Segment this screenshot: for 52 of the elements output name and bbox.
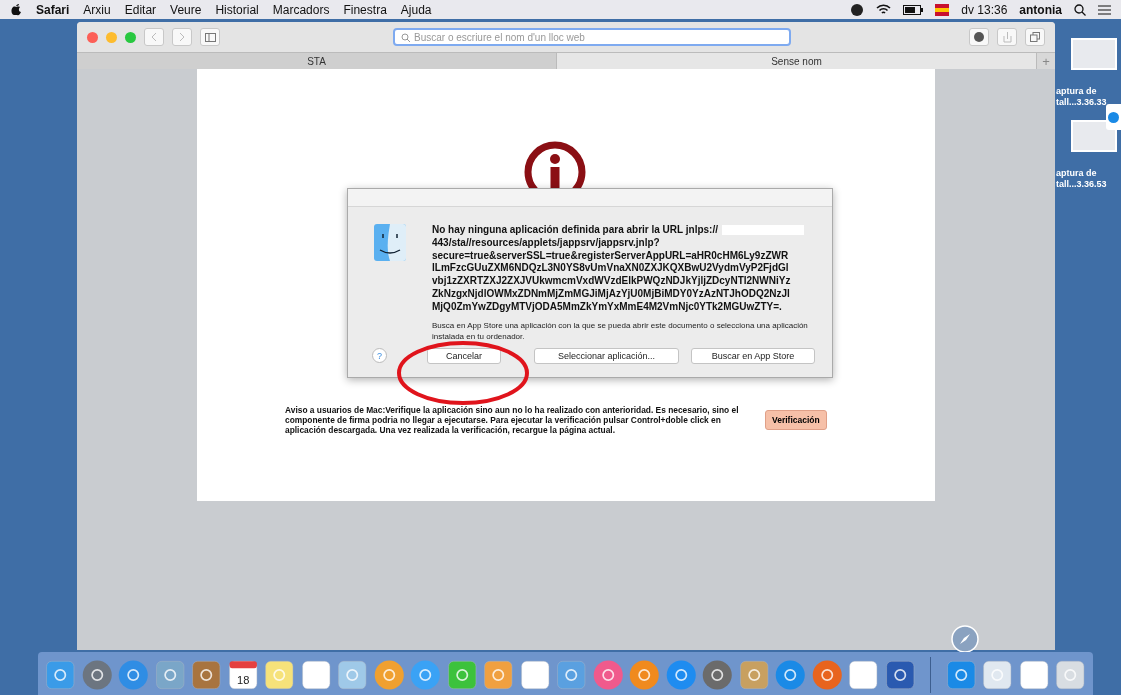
tabs-icon bbox=[1030, 32, 1040, 42]
menu-item[interactable]: Veure bbox=[170, 2, 202, 17]
forward-button[interactable] bbox=[172, 28, 192, 46]
dialog-button[interactable]: Seleccionar aplicación... bbox=[534, 347, 679, 364]
menu-item[interactable]: Arxiu bbox=[83, 2, 111, 17]
dialog-button[interactable]: Cancelar bbox=[427, 347, 501, 364]
menu-item[interactable]: Finestra bbox=[343, 2, 387, 17]
tabs-button[interactable] bbox=[1025, 28, 1045, 46]
close-button[interactable] bbox=[87, 31, 98, 43]
app-menu[interactable]: Safari bbox=[36, 2, 70, 17]
message-line: ZkNzgxNjdlOWMxZDNmMjZmMGJiMjAzYjU0MjBiMDY0YzAzNTJhODQ2NzJl bbox=[432, 288, 791, 301]
message-line: No hay ninguna aplicación definida para abrir la URL jnlps:// bbox=[432, 224, 718, 237]
menu-item[interactable]: Marcadors bbox=[272, 2, 330, 17]
message-line: MjQ0ZmYwZDgyMTVjODA5MmZkYmYxMmE4M2VmNjc0YTk2MGUwZTY=. bbox=[432, 300, 783, 314]
hint-text: Busca en App Store una aplicación con la que se pueda abrir este documento o selecciona una aplicación instalada en tu ordenador. bbox=[432, 319, 809, 342]
message-line: vbj1zZXRTZXJ2ZXJVUkwmcmVxdWVzdElkPWQzNDJkYjljZDcyNTI2NWNiYz bbox=[432, 275, 792, 288]
sidebar-icon bbox=[204, 32, 216, 42]
message-line: lLmFzcGUuZXM6NDQzL3N0YS8vUmVnaXN0ZXJKQXBwU2VydmVyP2FjdGl bbox=[432, 262, 790, 276]
back-button[interactable] bbox=[144, 28, 164, 46]
search-icon[interactable] bbox=[1074, 3, 1086, 16]
help-button[interactable]: ? bbox=[372, 348, 387, 364]
sidebar-button[interactable] bbox=[200, 28, 220, 46]
share-icon bbox=[1002, 31, 1012, 43]
browser-tab[interactable]: STA bbox=[77, 53, 557, 69]
browser-tab[interactable]: Sense nom bbox=[557, 53, 1037, 69]
search-icon bbox=[401, 32, 410, 42]
screenshot-thumbnail[interactable] bbox=[1070, 38, 1117, 70]
message-line: secure=true&serverSSL=true&registerServerAppURL=aHR0cHM6Ly9zZWR bbox=[432, 249, 790, 263]
user-name[interactable]: antonia bbox=[1019, 2, 1062, 17]
dialog-button[interactable]: Buscar en App Store bbox=[691, 347, 815, 364]
wifi-icon[interactable] bbox=[876, 3, 892, 16]
download-button[interactable] bbox=[969, 28, 989, 46]
clock[interactable]: dv 13:36 bbox=[961, 2, 1008, 17]
battery-icon[interactable] bbox=[903, 4, 924, 15]
menu-item[interactable]: Editar bbox=[124, 2, 157, 17]
verify-button[interactable]: Verificación bbox=[765, 410, 827, 430]
list-icon[interactable] bbox=[1098, 4, 1111, 15]
file-name[interactable]: aptura de tall...3.36.53 bbox=[1056, 168, 1107, 190]
apple-icon[interactable] bbox=[10, 3, 22, 16]
zoom-button[interactable] bbox=[125, 31, 136, 43]
menu-item[interactable]: Ajuda bbox=[400, 2, 432, 17]
menu-item[interactable]: Historial bbox=[215, 2, 259, 17]
info-icon bbox=[524, 141, 586, 188]
notice-text: Aviso a usuarios de Mac:Verifique la aplicación sino aun no lo ha realizado con anterioridad. Es necesario, sino el componente de firma podria no llegar a ejecutarse. Para ejecutar la verificación pulsar Control+doble click en aplicación descargada. Una vez realizada la verificación, recargue la página actual. bbox=[285, 405, 740, 435]
message-line: 443/sta//resources/applets/jappsrv/jappsrv.jnlp? bbox=[432, 236, 661, 250]
flag-icon[interactable] bbox=[935, 3, 950, 16]
chevron-right-icon bbox=[179, 32, 185, 42]
file-name[interactable]: aptura de tall...3.36.33 bbox=[1056, 86, 1107, 108]
side-tab[interactable] bbox=[1106, 104, 1121, 130]
share-button[interactable] bbox=[997, 28, 1017, 46]
screenshot-thumbnail[interactable] bbox=[1070, 120, 1117, 152]
chevron-left-icon bbox=[151, 32, 157, 42]
